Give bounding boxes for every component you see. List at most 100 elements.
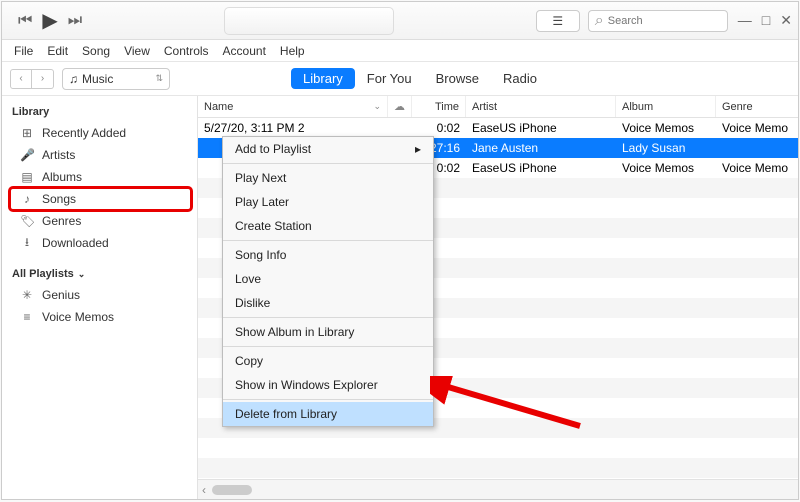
cell-album: Voice Memos	[616, 121, 716, 135]
column-artist[interactable]: Artist	[466, 96, 616, 117]
menu-item-copy[interactable]: Copy	[223, 349, 433, 373]
column-time[interactable]: Time	[412, 96, 466, 117]
source-selector[interactable]: ♫ Music ⇅	[62, 68, 170, 90]
cloud-icon: ☁	[394, 100, 405, 113]
context-menu: Add to Playlist▸ Play Next Play Later Creat…	[222, 136, 434, 427]
play-button[interactable]: ▶	[42, 8, 57, 33]
menu-item-label: Play Later	[235, 195, 289, 209]
sidebar-item-songs[interactable]: ♪Songs	[10, 188, 191, 210]
tab-library[interactable]: Library	[291, 68, 355, 89]
recently-added-icon: ⊞	[20, 126, 34, 140]
maximize-button[interactable]: □	[762, 12, 770, 29]
menu-separator	[223, 240, 433, 241]
submenu-arrow-icon: ▸	[415, 142, 421, 156]
menu-item-label: Dislike	[235, 296, 270, 310]
close-button[interactable]: ✕	[780, 12, 792, 29]
menu-item-delete-from-library[interactable]: Delete from Library	[223, 402, 433, 426]
tab-radio[interactable]: Radio	[491, 68, 549, 89]
menu-separator	[223, 399, 433, 400]
column-name[interactable]: Name ⌄	[198, 96, 388, 117]
menu-controls[interactable]: Controls	[164, 44, 209, 58]
scroll-left-icon[interactable]: ‹	[202, 483, 206, 497]
scrollbar-thumb[interactable]	[212, 485, 252, 495]
column-cloud[interactable]: ☁	[388, 96, 412, 117]
updown-icon: ⇅	[155, 73, 163, 84]
menu-item-play-later[interactable]: Play Later	[223, 190, 433, 214]
menu-item-add-to-playlist[interactable]: Add to Playlist▸	[223, 137, 433, 161]
cell-name: 5/27/20, 3:11 PM 2	[198, 121, 388, 135]
sidebar-item-downloaded[interactable]: ⭳Downloaded	[10, 232, 191, 254]
source-selector-label: Music	[82, 72, 113, 86]
menu-item-create-station[interactable]: Create Station	[223, 214, 433, 238]
back-button[interactable]: ‹	[10, 69, 32, 89]
now-playing-panel	[224, 7, 394, 35]
genres-icon: 🏷	[20, 214, 34, 228]
sidebar-section-playlists[interactable]: All Playlists ⌄	[12, 268, 191, 280]
sidebar-item-label: Recently Added	[42, 126, 126, 140]
music-note-icon: ♫	[69, 72, 78, 86]
menu-item-label: Play Next	[235, 171, 286, 185]
menu-edit[interactable]: Edit	[47, 44, 68, 58]
sidebar-item-artists[interactable]: 🎤 Artists	[10, 144, 191, 166]
sidebar-item-label: Albums	[42, 170, 82, 184]
sidebar-item-label: Genius	[42, 288, 80, 302]
table-header: Name ⌄ ☁ Time Artist Album Genre	[198, 96, 798, 118]
search-input[interactable]	[608, 15, 721, 27]
menu-item-play-next[interactable]: Play Next	[223, 166, 433, 190]
cell-artist: Jane Austen	[466, 141, 616, 155]
menu-song[interactable]: Song	[82, 44, 110, 58]
cell-album: Lady Susan	[616, 141, 716, 155]
sidebar-item-label: Songs	[42, 192, 76, 206]
sidebar-item-recently-added[interactable]: ⊞ Recently Added	[10, 122, 191, 144]
search-field[interactable]: ⌕	[588, 10, 728, 32]
sidebar-playlist-voice-memos[interactable]: ≡ Voice Memos	[10, 306, 191, 328]
sidebar-item-genres[interactable]: 🏷Genres	[10, 210, 191, 232]
column-genre[interactable]: Genre	[716, 96, 798, 117]
menu-bar: File Edit Song View Controls Account Help	[2, 40, 798, 62]
menu-separator	[223, 346, 433, 347]
menu-item-label: Delete from Library	[235, 407, 337, 421]
menu-file[interactable]: File	[14, 44, 33, 58]
menu-separator	[223, 317, 433, 318]
horizontal-scrollbar[interactable]: ‹	[198, 479, 798, 499]
sidebar-playlist-genius[interactable]: ✳ Genius	[10, 284, 191, 306]
view-tabs: LibraryFor YouBrowseRadio	[178, 68, 662, 89]
list-view-button[interactable]: ☰	[536, 10, 580, 32]
menu-item-dislike[interactable]: Dislike	[223, 291, 433, 315]
menu-item-label: Create Station	[235, 219, 312, 233]
menu-item-song-info[interactable]: Song Info	[223, 243, 433, 267]
genius-icon: ✳	[20, 288, 34, 302]
tab-for-you[interactable]: For You	[355, 68, 424, 89]
sidebar: Library ⊞ Recently Added 🎤 Artists ▤ Albums ♪S…	[2, 96, 198, 499]
sidebar-item-label: Voice Memos	[42, 310, 114, 324]
forward-button[interactable]: ›	[32, 69, 54, 89]
artists-icon: 🎤	[20, 148, 34, 162]
sidebar-item-albums[interactable]: ▤ Albums	[10, 166, 191, 188]
cell-time: 0:02	[412, 121, 466, 135]
cell-album: Voice Memos	[616, 161, 716, 175]
search-icon: ⌕	[595, 12, 604, 30]
prev-track-button[interactable]: ⏮	[18, 12, 32, 30]
column-album[interactable]: Album	[616, 96, 716, 117]
menu-item-love[interactable]: Love	[223, 267, 433, 291]
minimize-button[interactable]: —	[738, 12, 752, 29]
menu-account[interactable]: Account	[223, 44, 266, 58]
menu-item-label: Song Info	[235, 248, 286, 262]
sidebar-item-label: Artists	[42, 148, 75, 162]
menu-item-show-album-in-library[interactable]: Show Album in Library	[223, 320, 433, 344]
sort-indicator-icon: ⌄	[373, 101, 381, 112]
sidebar-section-library: Library	[12, 106, 191, 118]
menu-item-label: Show in Windows Explorer	[235, 378, 378, 392]
menu-item-label: Show Album in Library	[235, 325, 354, 339]
menu-help[interactable]: Help	[280, 44, 305, 58]
table-row[interactable]: 5/27/20, 3:11 PM 20:02EaseUS iPhoneVoice…	[198, 118, 798, 138]
tab-browse[interactable]: Browse	[424, 68, 491, 89]
cell-genre: Voice Memo	[716, 121, 798, 135]
menu-item-show-in-windows-explorer[interactable]: Show in Windows Explorer	[223, 373, 433, 397]
albums-icon: ▤	[20, 170, 34, 184]
menu-view[interactable]: View	[124, 44, 150, 58]
next-track-button[interactable]: ⏭	[68, 12, 82, 30]
cell-genre: Voice Memo	[716, 161, 798, 175]
sidebar-item-label: Downloaded	[42, 236, 109, 250]
voice-memos-icon: ≡	[20, 310, 34, 324]
